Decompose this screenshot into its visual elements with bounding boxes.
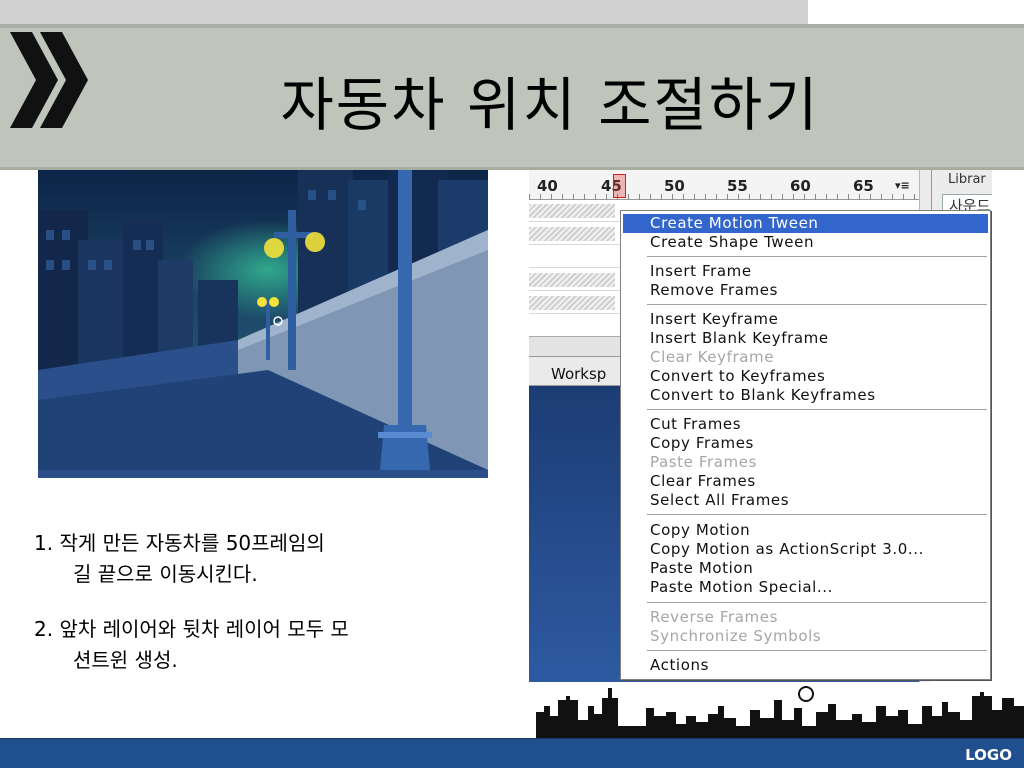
library-title: Librar <box>948 172 986 187</box>
menu-item-actions[interactable]: Actions <box>623 656 988 675</box>
note-2-line-1: 2. 앞차 레이어와 뒷차 레이어 모두 모 <box>34 617 349 641</box>
ruler-label: 65 <box>853 177 874 195</box>
menu-item-convert-to-keyframes[interactable]: Convert to Keyframes <box>623 367 988 386</box>
ruler-label: 55 <box>727 177 748 195</box>
playhead[interactable] <box>613 174 626 198</box>
note-1-line-1: 1. 작게 만든 자동차를 50프레임의 <box>34 531 325 555</box>
menu-item-insert-keyframe[interactable]: Insert Keyframe <box>623 310 988 329</box>
instructions: 1. 작게 만든 자동차를 50프레임의 길 끝으로 이동시킨다. 2. 앞차 … <box>34 528 504 676</box>
menu-item-paste-motion[interactable]: Paste Motion <box>623 559 988 578</box>
menu-item-convert-to-blank-keyframes[interactable]: Convert to Blank Keyframes <box>623 386 988 405</box>
menu-item-insert-blank-keyframe[interactable]: Insert Blank Keyframe <box>623 329 988 348</box>
ruler-label: 50 <box>664 177 685 195</box>
note-1-line-2: 길 끝으로 이동시킨다. <box>73 562 258 586</box>
street-scene-illustration <box>38 170 488 478</box>
menu-item-create-motion-tween[interactable]: Create Motion Tween <box>623 214 988 233</box>
note-2-line-2: 션트윈 생성. <box>73 648 178 672</box>
menu-item-copy-motion-as-actionscript[interactable]: Copy Motion as ActionScript 3.0... <box>623 540 988 559</box>
menu-item-reverse-frames[interactable]: Reverse Frames <box>623 608 988 627</box>
menu-item-cut-frames[interactable]: Cut Frames <box>623 415 988 434</box>
timeline-menu-icon[interactable]: ▾≡ <box>895 179 910 192</box>
workspace-tab[interactable]: Worksp <box>529 356 629 386</box>
menu-item-paste-frames[interactable]: Paste Frames <box>623 453 988 472</box>
menu-item-copy-frames[interactable]: Copy Frames <box>623 434 988 453</box>
context-menu: Create Motion Tween Create Shape Tween I… <box>620 210 991 680</box>
menu-item-clear-keyframe[interactable]: Clear Keyframe <box>623 348 988 367</box>
ruler-label: 60 <box>790 177 811 195</box>
menu-item-create-shape-tween[interactable]: Create Shape Tween <box>623 233 988 252</box>
menu-item-remove-frames[interactable]: Remove Frames <box>623 281 988 300</box>
menu-item-synchronize-symbols[interactable]: Synchronize Symbols <box>623 627 988 646</box>
menu-item-paste-motion-special[interactable]: Paste Motion Special... <box>623 578 988 597</box>
menu-item-insert-frame[interactable]: Insert Frame <box>623 262 988 281</box>
city-skyline-decoration <box>536 686 1024 740</box>
footer-bar: LOGO <box>0 738 1024 768</box>
ruler-label: 40 <box>537 177 558 195</box>
menu-item-clear-frames[interactable]: Clear Frames <box>623 472 988 491</box>
menu-item-copy-motion[interactable]: Copy Motion <box>623 521 988 540</box>
timeline-ruler[interactable]: 40 45 50 55 60 65 ▾≡ <box>529 170 919 200</box>
logo: LOGO <box>965 746 1012 764</box>
menu-item-select-all-frames[interactable]: Select All Frames <box>623 491 988 510</box>
slide-title: 자동차 위치 조절하기 <box>280 71 820 139</box>
double-chevron-icon <box>10 32 88 128</box>
